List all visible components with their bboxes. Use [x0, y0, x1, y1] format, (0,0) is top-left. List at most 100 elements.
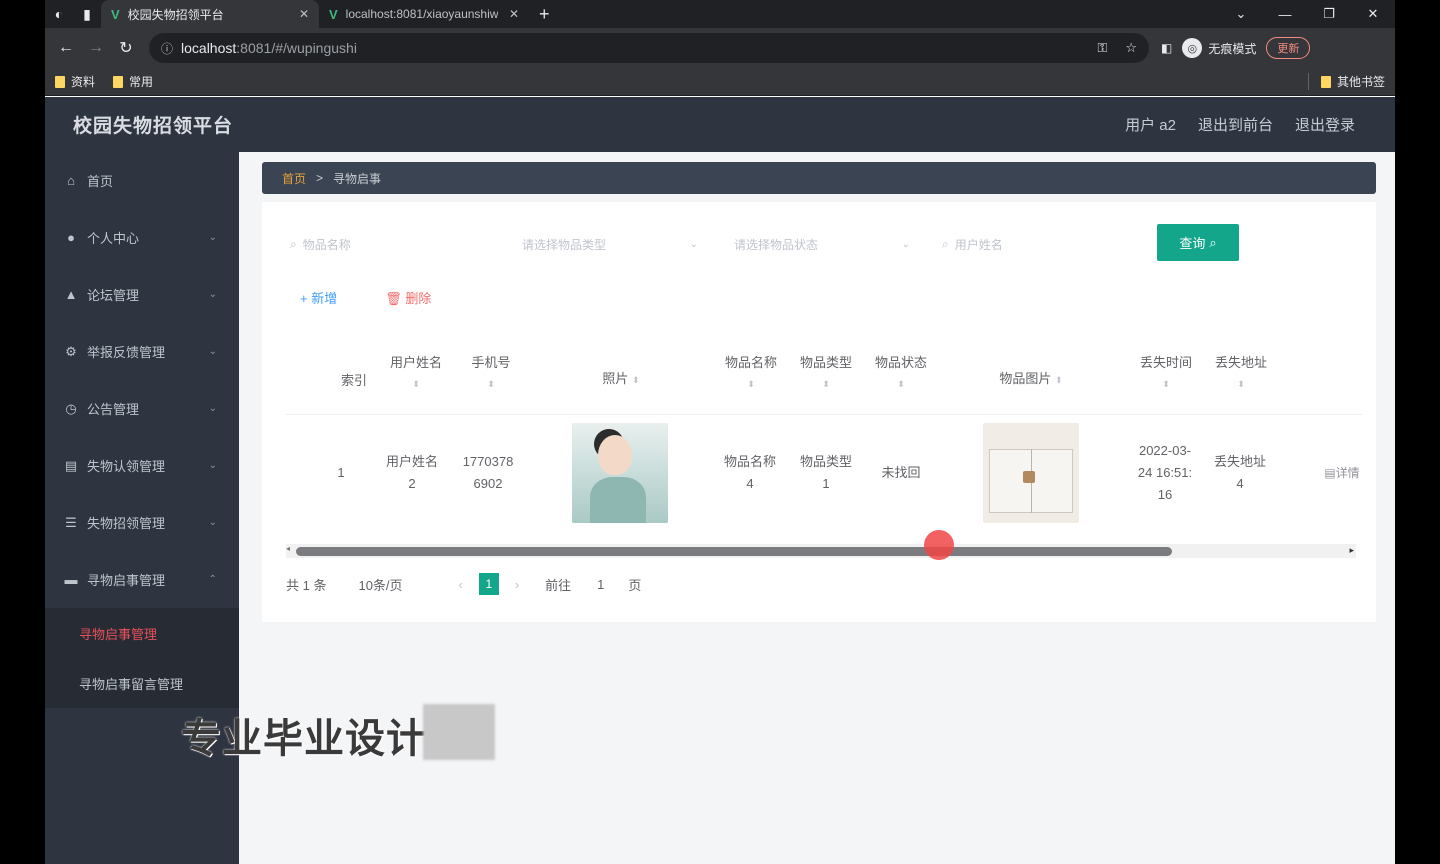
current-user-link[interactable]: 用户 a2: [1125, 114, 1176, 135]
bookmark-label: 常用: [129, 75, 154, 89]
update-button[interactable]: 更新: [1266, 37, 1311, 59]
sort-icon[interactable]: ⬍: [1136, 379, 1196, 390]
item-photo[interactable]: [983, 422, 1079, 523]
sort-icon[interactable]: ⬍: [386, 379, 446, 390]
cell-photo: [570, 415, 670, 530]
sort-icon[interactable]: ⬍: [1211, 379, 1271, 390]
close-window-icon[interactable]: ✕: [1351, 0, 1395, 28]
chevron-down-icon: ⌄: [208, 346, 217, 357]
next-page-icon[interactable]: ›: [515, 577, 519, 592]
vue-favicon-icon: V: [111, 6, 120, 22]
window-icon[interactable]: ▮: [73, 0, 101, 28]
table-row: 1 用户姓名2 17703786902 物品名称4 物品类型1 未找回 2022…: [286, 414, 1362, 529]
sidebar-item-label: 公告管理: [87, 402, 140, 417]
sidebar-item-forum[interactable]: ▲ 论坛管理 ⌄: [45, 266, 239, 323]
horizontal-scrollbar[interactable]: ◂ ▸: [286, 544, 1356, 558]
bookmark-label: 资料: [71, 75, 96, 89]
item-status-placeholder: 请选择物品状态: [734, 237, 819, 252]
tab-title: 校园失物招领平台: [127, 7, 224, 22]
cell-item-image: [981, 415, 1081, 530]
chevron-down-icon: ⌄: [208, 289, 217, 300]
photo-body: [590, 476, 646, 523]
other-bookmarks[interactable]: 其他书签: [1307, 73, 1385, 90]
submenu-item-search-notice-comments[interactable]: 寻物启事留言管理: [45, 658, 239, 708]
url-host: localhost: [181, 40, 237, 56]
scroll-left-icon[interactable]: ◂: [286, 544, 290, 553]
user-icon: ●: [67, 230, 75, 245]
item-name-input[interactable]: ⌕ 物品名称: [290, 232, 490, 256]
sort-icon[interactable]: ⬍: [632, 375, 640, 385]
sidebar-item-report[interactable]: ⚙ 举报反馈管理 ⌄: [45, 323, 239, 380]
scroll-right-icon[interactable]: ▸: [1349, 545, 1354, 556]
forward-icon[interactable]: →: [81, 39, 111, 57]
page-unit-label: 页: [628, 577, 642, 593]
tab-inactive[interactable]: V localhost:8081/xiaoyaunshiw ✕: [319, 0, 529, 28]
sidebar-item-notice[interactable]: ◷ 公告管理 ⌄: [45, 380, 239, 437]
breadcrumb-home[interactable]: 首页: [282, 170, 306, 187]
chart-icon: ▤: [64, 457, 78, 473]
add-label: 新增: [311, 290, 338, 306]
other-bookmarks-label: 其他书签: [1336, 75, 1385, 89]
page-number-current[interactable]: 1: [478, 573, 499, 595]
header-label: 物品图片: [999, 371, 1052, 386]
reload-icon[interactable]: ↻: [111, 38, 141, 58]
submenu-item-search-notice[interactable]: 寻物启事管理: [45, 608, 239, 658]
item-type-select[interactable]: 请选择物品类型 ⌄: [522, 232, 698, 256]
sidepanel-icon[interactable]: ◧: [1161, 41, 1172, 55]
add-button[interactable]: + 新增: [300, 288, 337, 307]
sidebar-item-claim[interactable]: ▤ 失物认领管理 ⌄: [45, 437, 239, 494]
search-icon: ⌕: [1209, 234, 1217, 250]
back-icon[interactable]: ←: [51, 39, 81, 57]
breadcrumb: 首页 > 寻物启事: [262, 162, 1376, 194]
cell-item-name: 物品名称4: [723, 453, 776, 491]
sort-icon[interactable]: ⬍: [1055, 375, 1063, 385]
sidebar-item-search-notice[interactable]: ▬ 寻物启事管理 ⌃: [45, 551, 239, 608]
goto-page-input[interactable]: 1: [597, 577, 604, 592]
delete-button[interactable]: 🗑 删除: [385, 288, 431, 307]
sidebar-item-personal[interactable]: ● 个人中心 ⌄: [45, 209, 239, 266]
item-type-placeholder: 请选择物品类型: [522, 237, 607, 252]
back-to-front-link[interactable]: 退出到前台: [1198, 114, 1273, 135]
chevron-down-icon[interactable]: ⌄: [1219, 0, 1263, 28]
bookmark-folder[interactable]: 资料: [55, 73, 95, 90]
window-controls: ⌄ — ❐ ✕: [1219, 0, 1395, 28]
url-input[interactable]: ⓘ localhost :8081/#/wupingushi ⚿ ☆: [149, 33, 1149, 63]
search-icon: ⌕: [290, 236, 297, 251]
new-tab-icon[interactable]: +: [529, 4, 560, 25]
list-icon: ☰: [65, 514, 77, 530]
sidebar-item-lostfound[interactable]: ☰ 失物招领管理 ⌄: [45, 494, 239, 551]
sort-icon[interactable]: ⬍: [721, 379, 781, 390]
cursor-highlight: [924, 530, 954, 560]
incognito-menu-icon[interactable]: ◐: [45, 0, 73, 28]
prev-page-icon[interactable]: ‹: [458, 577, 462, 592]
sort-icon[interactable]: ⬍: [461, 379, 521, 390]
sort-icon[interactable]: ⬍: [796, 379, 856, 390]
search-icon: ⌕: [942, 236, 949, 251]
bookmark-folder[interactable]: 常用: [113, 73, 153, 90]
tab-active[interactable]: V 校园失物招领平台 ✕: [101, 0, 319, 28]
info-icon[interactable]: ⓘ: [161, 40, 173, 57]
submenu: 寻物启事管理 寻物启事留言管理: [45, 608, 239, 708]
star-icon[interactable]: ☆: [1125, 40, 1137, 56]
person-photo[interactable]: [572, 422, 668, 523]
user-name-input[interactable]: ⌕ 用户姓名: [942, 232, 1122, 256]
restore-icon[interactable]: ❐: [1307, 0, 1351, 28]
scrollbar-thumb[interactable]: [296, 547, 1172, 556]
sort-icon[interactable]: ⬍: [871, 379, 931, 390]
detail-button[interactable]: ▤ 详情: [1322, 415, 1362, 530]
clock-icon: ◷: [65, 400, 77, 416]
close-icon[interactable]: ✕: [509, 7, 519, 21]
goto-label: 前往: [545, 577, 572, 593]
item-status-select[interactable]: 请选择物品状态 ⌄: [734, 232, 910, 256]
incognito-badge[interactable]: ◎ 无痕模式: [1182, 38, 1256, 58]
logout-link[interactable]: 退出登录: [1295, 114, 1355, 135]
sidebar-item-home[interactable]: ⌂ 首页: [45, 152, 239, 209]
query-button[interactable]: 查询 ⌕: [1157, 224, 1239, 261]
key-icon[interactable]: ⚿: [1097, 40, 1107, 56]
chevron-down-icon: ⌄: [208, 517, 217, 528]
page-size-select[interactable]: 10条/页: [358, 575, 428, 594]
close-icon[interactable]: ✕: [299, 7, 309, 21]
content-panel: ⌕ 物品名称 请选择物品类型 ⌄ 请选择物品状态 ⌄ ⌕ 用户姓名 查询 ⌕ +…: [262, 202, 1376, 622]
minimize-icon[interactable]: —: [1263, 0, 1307, 28]
chevron-down-icon: ⌄: [689, 238, 698, 250]
